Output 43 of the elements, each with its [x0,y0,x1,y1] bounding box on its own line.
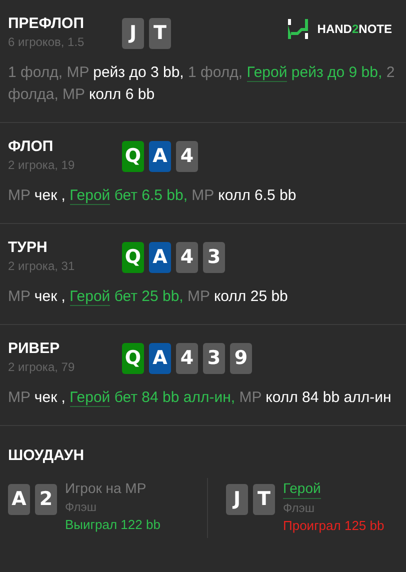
playing-card: 3 [203,343,225,374]
street-subtitle: 2 игрока, 19 [8,157,76,173]
hero-link[interactable]: Герой [70,288,110,306]
action-line: MP чек , Герой бет 84 bb алл-ин, MP колл 84 bb алл-ин [8,388,392,409]
playing-card: 4 [176,141,198,172]
playing-card: Q [122,343,144,374]
hero-link[interactable]: Герой [283,478,321,499]
playing-card: 9 [230,343,252,374]
hero-link[interactable]: Герой [70,187,110,205]
logo-icon [287,18,310,40]
playing-card: A [149,343,171,374]
playing-card: T [149,18,171,49]
result-text: Проиграл 125 bb [283,517,384,535]
action-line: MP чек , Герой бет 6.5 bb, MP колл 6.5 bb [8,186,298,207]
section-title: ШОУДАУН [8,446,86,466]
result-text: Выиграл 122 bb [65,516,160,534]
street-title: ТУРН [8,238,48,258]
playing-card: 4 [176,242,198,273]
playing-card: 2 [35,484,57,515]
hero-link[interactable]: Герой [246,64,288,82]
player-name: Игрок на MP [65,479,148,498]
action-line: 1 фолд, MP рейз до 3 bb, 1 фолд, Герой рейз до 9 bb, 2 фолда, MP колл 6 bb [8,63,396,105]
playing-card: 3 [203,242,225,273]
hand-name: Флэш [283,500,316,517]
playing-card: A [149,141,171,172]
street-title: РИВЕР [8,339,61,359]
playing-card: J [226,484,248,515]
playing-card: Q [122,242,144,273]
street-title: ФЛОП [8,137,54,157]
street-subtitle: 2 игрока, 79 [8,359,76,375]
logo-text: HAND2NOTE [317,21,392,38]
playing-card: Q [122,141,144,172]
action-line: MP чек , Герой бет 25 bb, MP колл 25 bb [8,287,289,308]
playing-card: A [8,484,30,515]
playing-card: 4 [176,343,198,374]
hero-link[interactable]: Герой [70,389,110,407]
playing-card: T [253,484,275,515]
street-subtitle: 6 игроков, 1.5 [8,34,86,50]
street-subtitle: 2 игрока, 31 [8,258,76,274]
playing-card: J [122,18,144,49]
playing-card: A [149,242,171,273]
hand-name: Флэш [65,499,98,516]
street-title: ПРЕФЛОП [8,14,85,34]
